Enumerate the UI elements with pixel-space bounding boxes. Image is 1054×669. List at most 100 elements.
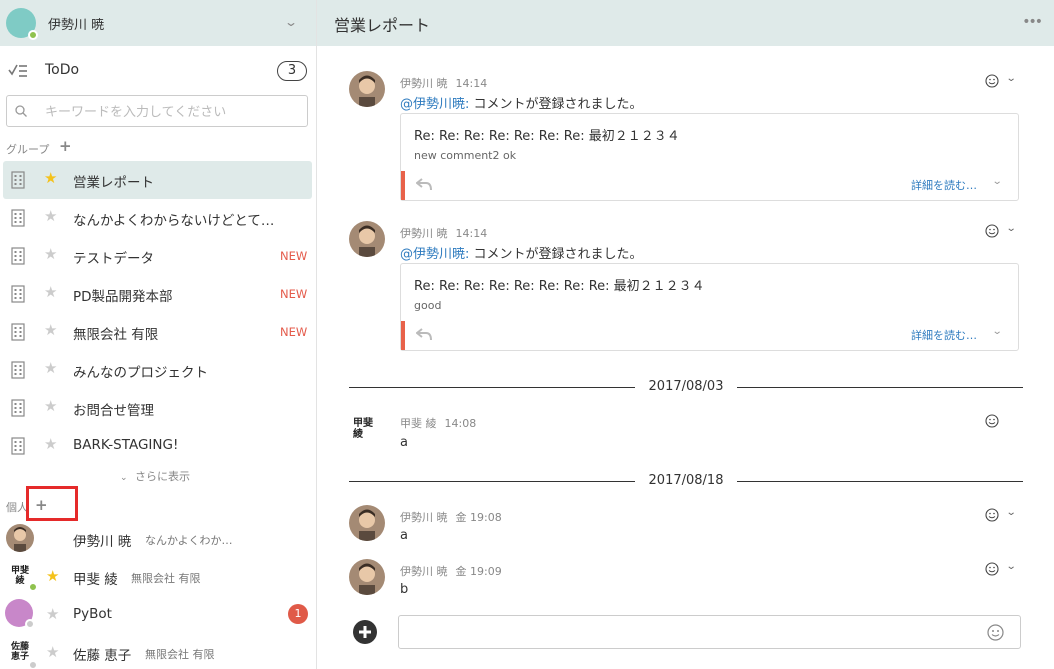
smiley-icon[interactable] — [985, 74, 999, 88]
dm-item[interactable]: 佐藤 恵子 ★ 佐藤 恵子 無限会社 有限 — [0, 634, 316, 669]
quote-text: good — [414, 299, 442, 312]
chevron-down-icon[interactable]: ⌄ — [1006, 223, 1017, 234]
avatar: 佐藤 恵子 — [6, 638, 38, 669]
quote-card[interactable]: Re: Re: Re: Re: Re: Re: Re: 最初２１２３４ new … — [400, 113, 1019, 201]
todo-label: ToDo — [45, 62, 80, 78]
star-icon[interactable]: ★ — [46, 605, 59, 623]
message-text: b — [400, 582, 409, 597]
group-item[interactable]: ★ みんなのプロジェクト — [0, 351, 316, 389]
chevron-down-icon[interactable]: ⌄ — [284, 15, 298, 29]
read-more-link[interactable]: 詳細を読む… — [911, 327, 977, 343]
favorite-star-icon[interactable]: ★ — [46, 567, 59, 585]
emoji-icon[interactable] — [987, 624, 1004, 641]
avatar — [5, 599, 35, 629]
author-avatar[interactable] — [349, 221, 385, 257]
building-icon — [11, 209, 25, 227]
message-meta: 甲斐 綾 14:08 — [400, 415, 476, 431]
message-input[interactable] — [407, 622, 977, 644]
star-icon[interactable]: ★ — [44, 435, 57, 453]
quote-accent-bar — [401, 171, 405, 200]
mention-link[interactable]: @伊勢川暁: — [400, 97, 469, 112]
smiley-icon[interactable] — [985, 414, 999, 428]
add-attachment-icon[interactable] — [353, 620, 377, 644]
group-item[interactable]: ★ テストデータ NEW — [0, 237, 316, 275]
user-avatar[interactable] — [6, 8, 38, 40]
main-header: 営業レポート ••• — [317, 0, 1054, 46]
todo-checklist-icon — [8, 64, 27, 77]
chevron-down-icon[interactable]: ⌄ — [992, 326, 1003, 337]
person-photo-icon — [349, 559, 385, 595]
building-icon — [11, 399, 25, 417]
unread-count-badge: 1 — [288, 604, 308, 624]
date-label: 2017/08/18 — [648, 473, 724, 488]
message-meta: 伊勢川 暁金 19:09 — [400, 563, 502, 579]
timestamp: 14:14 — [455, 227, 488, 240]
message-text: コメントが登録されました。 — [473, 247, 643, 262]
smiley-icon[interactable] — [985, 562, 999, 576]
quote-card[interactable]: Re: Re: Re: Re: Re: Re: Re: Re: 最初２１２３４ … — [400, 263, 1019, 351]
group-item[interactable]: ★ 営業レポート — [3, 161, 312, 199]
date-separator: 2017/08/18 — [349, 471, 1023, 491]
sidebar: 伊勢川 暁 ⌄ ToDo 3 グループ + ★ 営業レポート ★ なんかよくわか… — [0, 0, 317, 669]
group-item[interactable]: ★ PD製品開発本部 NEW — [0, 275, 316, 313]
star-icon[interactable]: ★ — [44, 321, 57, 339]
new-badge: NEW — [280, 287, 308, 301]
dm-item[interactable]: 甲斐綾 ★ 甲斐 綾 無限会社 有限 — [0, 558, 316, 596]
show-more-label: さらに表示 — [135, 470, 191, 483]
person-photo-icon — [349, 71, 385, 107]
chevron-down-icon[interactable]: ⌄ — [992, 176, 1003, 187]
more-options-icon[interactable]: ••• — [1022, 14, 1043, 30]
author-avatar[interactable] — [349, 559, 385, 595]
chevron-down-icon[interactable]: ⌄ — [1006, 561, 1017, 572]
favorite-star-icon[interactable]: ★ — [44, 169, 57, 187]
group-name: なんかよくわからないけどとて… — [73, 213, 275, 229]
group-item[interactable]: ★ BARK-STAGING! — [0, 427, 316, 465]
search-input[interactable] — [45, 102, 300, 122]
author-avatar[interactable] — [349, 505, 385, 541]
group-name: テストデータ — [73, 251, 154, 267]
online-status-dot — [28, 582, 38, 592]
read-more-link[interactable]: 詳細を読む… — [911, 177, 977, 193]
chevron-down-icon[interactable]: ⌄ — [1006, 507, 1017, 518]
group-item[interactable]: ★ なんかよくわからないけどとて… — [0, 199, 316, 237]
groups-section-label: グループ — [6, 143, 50, 156]
group-name: 無限会社 有限 — [73, 327, 159, 343]
star-icon[interactable]: ★ — [44, 359, 57, 377]
star-icon[interactable]: ★ — [44, 283, 57, 301]
todo-item[interactable]: ToDo 3 — [0, 56, 316, 86]
star-icon[interactable]: ★ — [44, 245, 57, 263]
author-name: 伊勢川 暁 — [400, 511, 448, 524]
reply-icon[interactable] — [416, 177, 432, 191]
search-box[interactable] — [6, 95, 308, 127]
message-composer[interactable] — [398, 615, 1021, 649]
star-icon[interactable]: ★ — [44, 397, 57, 415]
date-separator: 2017/08/03 — [349, 377, 1023, 397]
avatar: 甲斐綾 — [6, 562, 38, 592]
reply-icon[interactable] — [416, 327, 432, 341]
smiley-icon[interactable] — [985, 508, 999, 522]
star-icon[interactable]: ★ — [46, 643, 59, 661]
author-avatar[interactable]: 甲斐綾 — [353, 418, 373, 440]
author-name: 伊勢川 暁 — [400, 227, 448, 240]
star-icon[interactable]: ★ — [44, 207, 57, 225]
building-icon — [11, 323, 25, 341]
group-item[interactable]: ★ 無限会社 有限 NEW — [0, 313, 316, 351]
new-badge: NEW — [280, 325, 308, 339]
dm-item[interactable]: 伊勢川 暁 なんかよくわか… — [0, 520, 316, 558]
smiley-icon[interactable] — [985, 224, 999, 238]
add-group-plus-icon[interactable]: + — [59, 137, 72, 155]
quote-accent-bar — [401, 321, 405, 350]
mention-link[interactable]: @伊勢川暁: — [400, 247, 469, 262]
personal-section-label: 個人 — [6, 501, 28, 514]
dm-item[interactable]: ★ PyBot — [0, 596, 316, 634]
building-icon — [11, 247, 25, 265]
new-badge: NEW — [280, 249, 308, 263]
sidebar-header[interactable]: 伊勢川 暁 ⌄ — [0, 0, 316, 46]
author-name: 伊勢川 暁 — [400, 77, 448, 90]
chevron-down-icon[interactable]: ⌄ — [1006, 73, 1017, 84]
group-name: お問合せ管理 — [73, 403, 154, 419]
group-item[interactable]: ★ お問合せ管理 — [0, 389, 316, 427]
author-avatar[interactable] — [349, 71, 385, 107]
show-more-link[interactable]: ⌄ さらに表示 — [120, 468, 190, 484]
quote-title: Re: Re: Re: Re: Re: Re: Re: Re: 最初２１２３４ — [414, 279, 705, 294]
